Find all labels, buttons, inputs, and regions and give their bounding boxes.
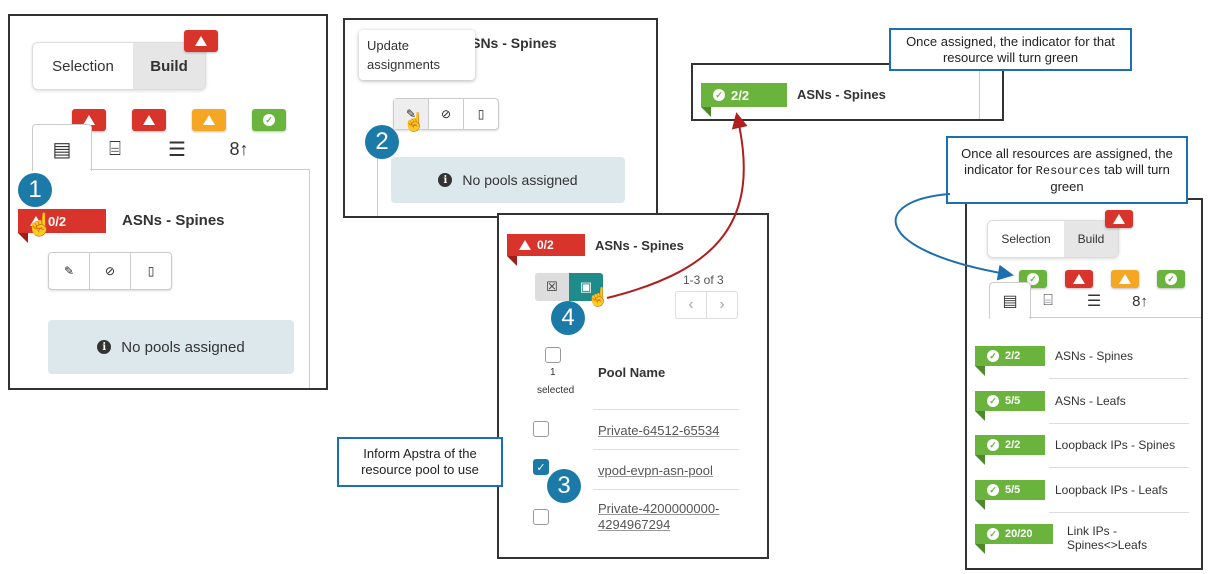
- callout-to-tab-arrow: [894, 193, 1014, 281]
- annotation-arrows: [606, 112, 1014, 299]
- save-to-indicator-arrow: [606, 112, 748, 299]
